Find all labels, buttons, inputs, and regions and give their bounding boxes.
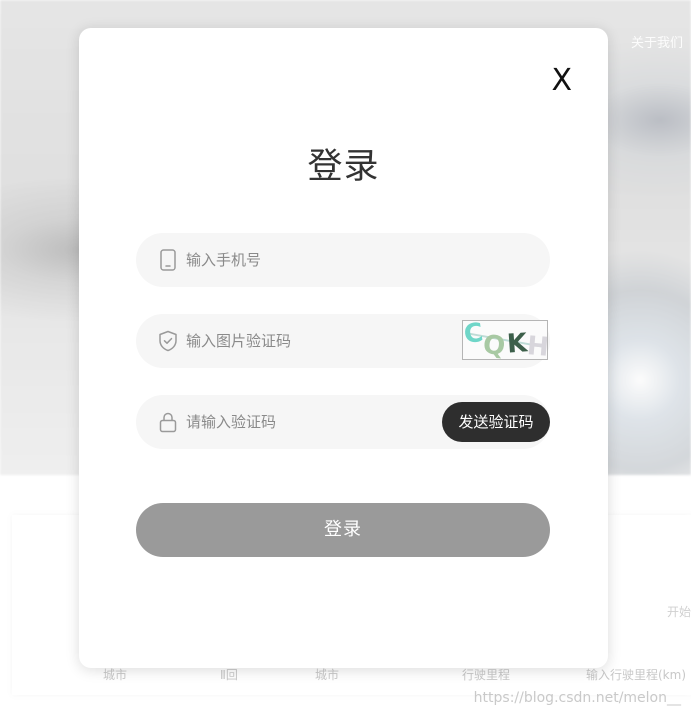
captcha-char: H (525, 331, 548, 360)
login-modal: X 登录 C Q K H 发送验证码 登录 (79, 28, 608, 668)
watermark: https://blog.csdn.net/melon__ (473, 690, 681, 706)
shield-check-icon (159, 330, 177, 352)
sms-code-field[interactable]: 发送验证码 (136, 395, 550, 449)
captcha-input[interactable] (186, 314, 436, 368)
phone-input[interactable] (186, 233, 436, 287)
background-label-city: 城市 (103, 668, 128, 682)
captcha-field[interactable]: C Q K H (136, 314, 550, 368)
nav-link-about[interactable]: 关于我们 (631, 32, 683, 51)
send-code-button[interactable]: 发送验证码 (442, 402, 550, 442)
close-button[interactable]: X (551, 66, 572, 96)
captcha-char: C (462, 320, 486, 351)
captcha-image[interactable]: C Q K H (462, 320, 548, 360)
background-label-mileage-input: 输入行驶里程(km) (586, 668, 687, 682)
captcha-char: K (505, 328, 529, 360)
login-button[interactable]: 登录 (136, 503, 550, 557)
captcha-char: Q (481, 329, 507, 360)
background-label-2: Ⅱ回 (220, 668, 238, 682)
background-label-city-2: 城市 (315, 668, 340, 682)
background-label-mileage: 行驶里程 (462, 668, 511, 682)
background-fragment: 开始 (666, 605, 691, 619)
phone-field[interactable] (136, 233, 550, 287)
sms-code-input[interactable] (186, 395, 436, 449)
phone-icon (160, 249, 176, 271)
close-icon[interactable]: X (551, 63, 572, 98)
modal-title: 登录 (307, 147, 380, 187)
lock-icon (159, 412, 177, 433)
